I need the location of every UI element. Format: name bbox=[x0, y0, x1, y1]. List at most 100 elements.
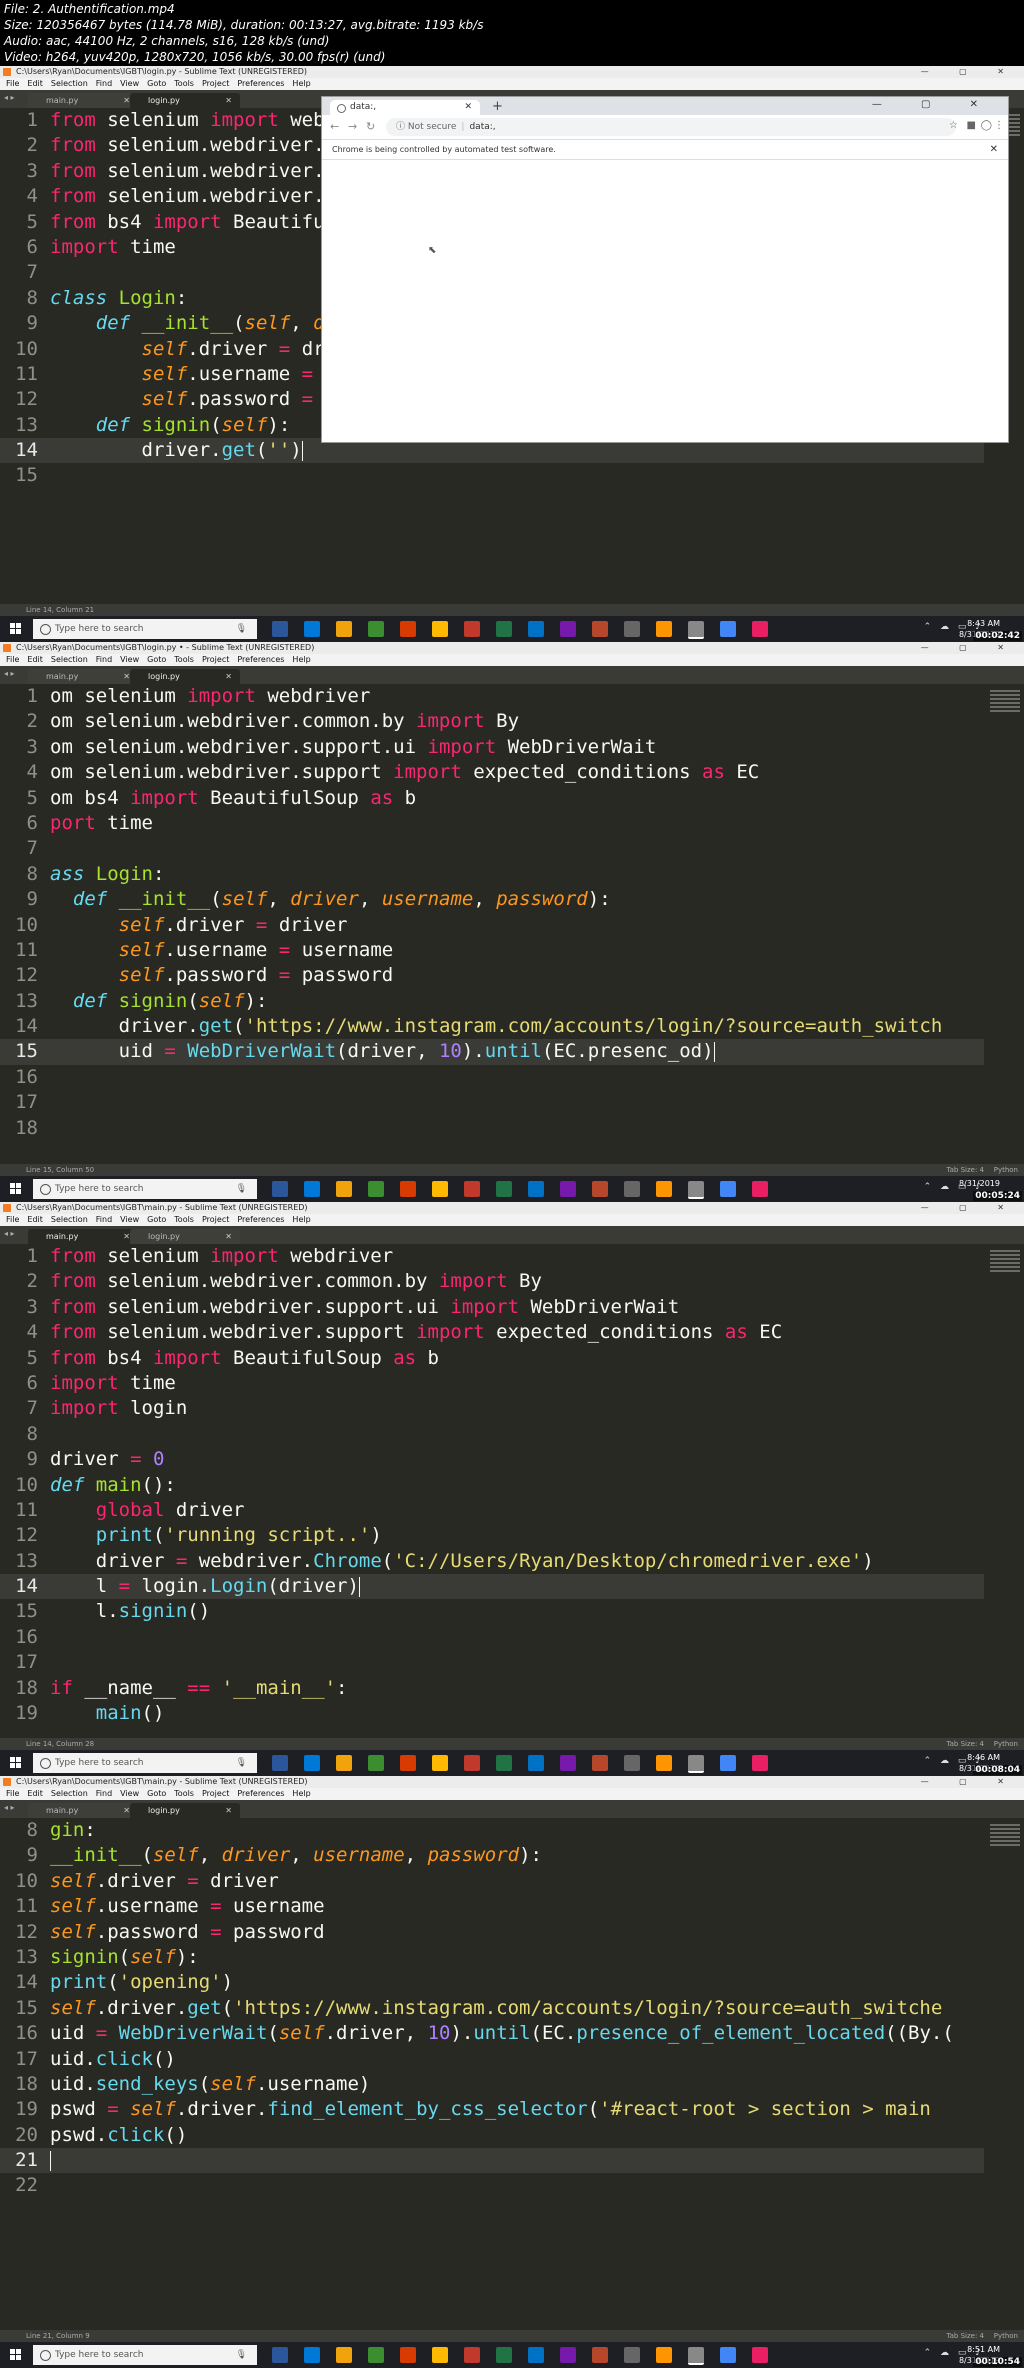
code-line[interactable]: 10 def main(): bbox=[0, 1473, 984, 1498]
tab-size[interactable]: Tab Size: 4 bbox=[947, 1738, 984, 1750]
menu-selection[interactable]: Selection bbox=[51, 655, 88, 664]
menu-goto[interactable]: Goto bbox=[147, 79, 166, 88]
code-line[interactable]: 9 __init__(self, driver, username, passwo… bbox=[0, 1843, 984, 1868]
windows-start-icon[interactable] bbox=[10, 1757, 22, 1769]
code-line[interactable]: 7 bbox=[0, 836, 984, 861]
tab-scroll-arrows[interactable]: ◂ ▸ bbox=[4, 669, 15, 678]
menu-help[interactable]: Help bbox=[292, 1789, 310, 1798]
taskbar-app-icon[interactable] bbox=[528, 621, 544, 637]
code-line[interactable]: 8 ass Login: bbox=[0, 862, 984, 887]
code-line[interactable]: 12 print('running script..') bbox=[0, 1523, 984, 1548]
taskbar-app-icon[interactable] bbox=[272, 621, 288, 637]
menu-find[interactable]: Find bbox=[96, 1215, 112, 1224]
taskbar-app-icon[interactable] bbox=[560, 621, 576, 637]
code-line[interactable]: 15 bbox=[0, 463, 984, 488]
menu-file[interactable]: File bbox=[6, 79, 19, 88]
taskbar-app-icon[interactable] bbox=[304, 2347, 320, 2363]
taskbar-app-icon[interactable] bbox=[752, 1755, 768, 1771]
tab-login-py[interactable]: login.py ✕ bbox=[130, 669, 240, 684]
windows-start-icon[interactable] bbox=[10, 623, 22, 635]
menu-project[interactable]: Project bbox=[202, 1789, 229, 1798]
taskbar-app-icon[interactable] bbox=[464, 1181, 480, 1197]
taskbar-app-icon[interactable] bbox=[464, 2347, 480, 2363]
taskbar-app-icon[interactable] bbox=[560, 2347, 576, 2363]
taskbar-app-icon[interactable] bbox=[336, 621, 352, 637]
taskbar-app-icon[interactable] bbox=[720, 1181, 736, 1197]
code-line[interactable]: 5 om bs4 import BeautifulSoup as b bbox=[0, 786, 984, 811]
tab-scroll-arrows[interactable]: ◂ ▸ bbox=[4, 1803, 15, 1812]
menu-edit[interactable]: Edit bbox=[27, 1215, 43, 1224]
menu-file[interactable]: File bbox=[6, 1215, 19, 1224]
taskbar-search[interactable]: Type here to search 🎙 bbox=[33, 1179, 257, 1199]
tab-main-py[interactable]: main.py ✕ bbox=[28, 669, 138, 684]
code-line[interactable]: 17 bbox=[0, 1650, 984, 1675]
taskbar-app-icon[interactable] bbox=[688, 1755, 704, 1773]
code-line[interactable]: 19 main() bbox=[0, 1701, 984, 1726]
taskbar-app-icon[interactable] bbox=[656, 1181, 672, 1197]
code-line[interactable]: 5 from bs4 import BeautifulSoup as b bbox=[0, 1346, 984, 1371]
code-line[interactable]: 13 driver = webdriver.Chrome('C://Users/… bbox=[0, 1549, 984, 1574]
microphone-icon[interactable]: 🎙 bbox=[236, 1753, 247, 1773]
code-line[interactable]: 10 self.driver = driver bbox=[0, 913, 984, 938]
syntax-label[interactable]: Python bbox=[994, 2330, 1018, 2342]
taskbar-app-icon[interactable] bbox=[720, 1755, 736, 1771]
code-line[interactable]: 16 bbox=[0, 1065, 984, 1090]
code-line[interactable]: 4 om selenium.webdriver.support import ex… bbox=[0, 760, 984, 785]
taskbar-app-icon[interactable] bbox=[688, 621, 704, 639]
close-icon[interactable]: ✕ bbox=[990, 140, 998, 160]
menu-project[interactable]: Project bbox=[202, 655, 229, 664]
close-icon[interactable]: ✕ bbox=[225, 1229, 232, 1244]
code-line[interactable]: 22 bbox=[0, 2173, 984, 2198]
code-line[interactable]: 11 self.username = username bbox=[0, 938, 984, 963]
menu-project[interactable]: Project bbox=[202, 1215, 229, 1224]
code-line[interactable]: 3 from selenium.webdriver.support.ui impo… bbox=[0, 1295, 984, 1320]
back-icon[interactable]: ← bbox=[330, 120, 339, 133]
taskbar-app-icon[interactable] bbox=[496, 621, 512, 637]
menu-file[interactable]: File bbox=[6, 655, 19, 664]
menu-find[interactable]: Find bbox=[96, 655, 112, 664]
menu-selection[interactable]: Selection bbox=[51, 1789, 88, 1798]
minimap[interactable] bbox=[990, 1248, 1020, 1288]
minimap[interactable] bbox=[990, 688, 1020, 728]
taskbar-app-icon[interactable] bbox=[528, 1755, 544, 1771]
taskbar-app-icon[interactable] bbox=[496, 2347, 512, 2363]
menu-view[interactable]: View bbox=[120, 1789, 139, 1798]
code-line[interactable]: 18 uid.send_keys(self.username) bbox=[0, 2072, 984, 2097]
menu-preferences[interactable]: Preferences bbox=[237, 1789, 284, 1798]
code-area[interactable]: 8 gin: 9 __init__(self, driver, username, p… bbox=[0, 1818, 984, 2199]
taskbar-app-icon[interactable] bbox=[368, 1181, 384, 1197]
profile-icon[interactable]: ◯ bbox=[981, 120, 992, 131]
tab-login-py[interactable]: login.py ✕ bbox=[130, 1229, 240, 1244]
code-line[interactable]: 2 om selenium.webdriver.common.by import … bbox=[0, 709, 984, 734]
menu-selection[interactable]: Selection bbox=[51, 79, 88, 88]
address-bar[interactable]: ⓘ Not secure | data:, bbox=[386, 118, 956, 136]
close-icon[interactable]: ✕ bbox=[123, 669, 130, 684]
window-controls[interactable]: — ▢ ✕ bbox=[921, 642, 1018, 654]
menu-edit[interactable]: Edit bbox=[27, 655, 43, 664]
close-icon[interactable]: ✕ bbox=[225, 1803, 232, 1818]
code-line[interactable]: 17 uid.click() bbox=[0, 2047, 984, 2072]
taskbar-app-icon[interactable] bbox=[464, 1755, 480, 1771]
code-line[interactable]: 7 import login bbox=[0, 1396, 984, 1421]
taskbar-search[interactable]: Type here to search 🎙 bbox=[33, 619, 257, 639]
taskbar-app-icon[interactable] bbox=[272, 1181, 288, 1197]
taskbar-app-icon[interactable] bbox=[464, 621, 480, 637]
code-line[interactable]: 14 l = login.Login(driver) bbox=[0, 1574, 984, 1600]
star-icon[interactable]: ☆ bbox=[949, 120, 958, 131]
taskbar-app-icon[interactable] bbox=[688, 1181, 704, 1199]
taskbar-app-icon[interactable] bbox=[528, 2347, 544, 2363]
microphone-icon[interactable]: 🎙 bbox=[236, 1179, 247, 1199]
code-line[interactable]: 20 pswd.click() bbox=[0, 2123, 984, 2148]
code-line[interactable]: 1 om selenium import webdriver bbox=[0, 684, 984, 709]
taskbar-app-icon[interactable] bbox=[592, 1181, 608, 1197]
chrome-window-controls[interactable]: — ▢ ✕ bbox=[872, 99, 996, 110]
code-area[interactable]: 1 om selenium import webdriver 2 om seleniu… bbox=[0, 684, 984, 1141]
code-line[interactable]: 3 om selenium.webdriver.support.ui import… bbox=[0, 735, 984, 760]
menu-icon[interactable]: ⋮ bbox=[994, 120, 1004, 131]
taskbar-app-icon[interactable] bbox=[368, 1755, 384, 1771]
close-icon[interactable]: ✕ bbox=[123, 1229, 130, 1244]
code-line[interactable]: 12 self.password = password bbox=[0, 1920, 984, 1945]
syntax-label[interactable]: Python bbox=[994, 1164, 1018, 1176]
menu-help[interactable]: Help bbox=[292, 655, 310, 664]
taskbar-app-icon[interactable] bbox=[400, 1755, 416, 1771]
